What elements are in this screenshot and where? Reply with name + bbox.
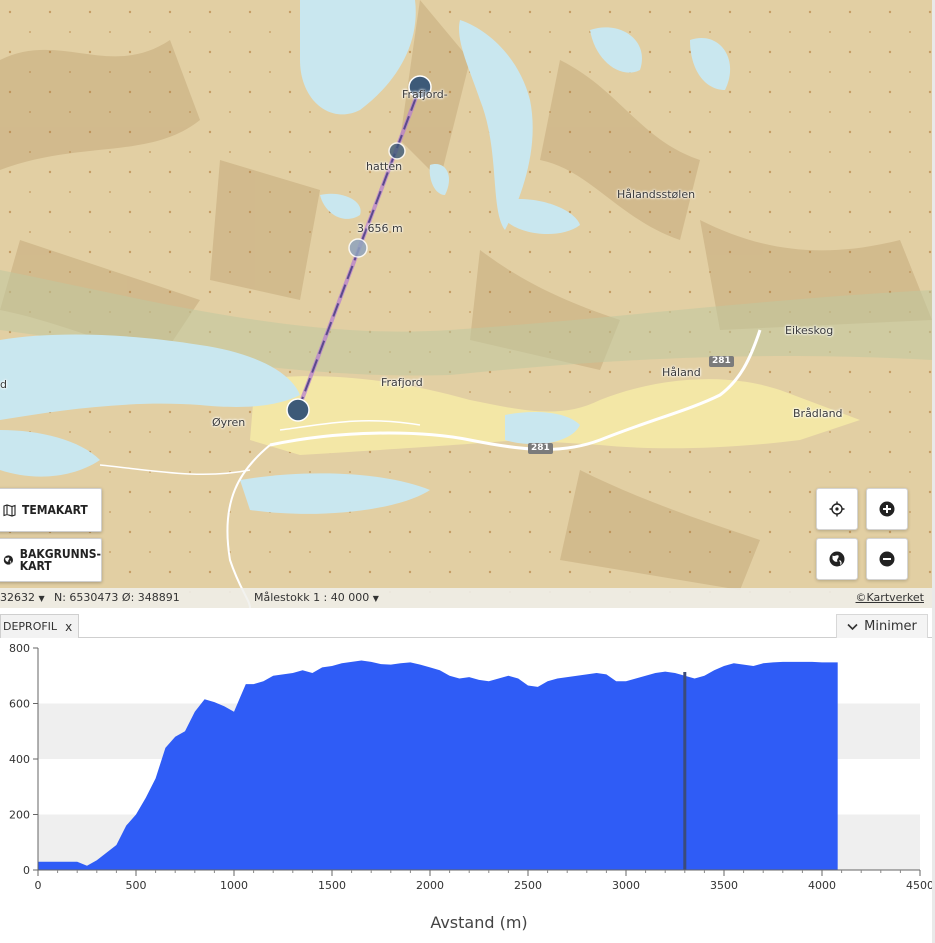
place-label-halandsstolen: Hålandsstølen xyxy=(617,188,696,201)
place-label-bradland: Brådland xyxy=(793,407,843,420)
globe-icon xyxy=(3,555,14,565)
x-tick-label: 2000 xyxy=(416,879,444,892)
x-tick-label: 4500 xyxy=(906,879,934,892)
chevron-down-icon xyxy=(847,623,858,630)
start-marker xyxy=(286,398,310,422)
scale-selector[interactable]: Målestokk 1 : 40 000 ▼ xyxy=(254,591,379,604)
plus-icon xyxy=(879,501,895,517)
crs-selector[interactable]: 32632 ▼ xyxy=(0,591,45,604)
y-tick-label: 0 xyxy=(23,864,30,877)
bakgrunnskart-button[interactable]: BAKGRUNNS- KART xyxy=(0,538,102,582)
map-icon xyxy=(3,503,16,517)
minimize-button[interactable]: Minimer xyxy=(836,614,928,638)
minus-icon xyxy=(879,551,895,567)
crosshair-icon xyxy=(829,501,845,517)
coordinate-readout: N: 6530473 Ø: 348891 xyxy=(54,591,180,604)
panel-tabbar: DEPROFIL x Minimer xyxy=(0,614,932,638)
x-tick-label: 3000 xyxy=(612,879,640,892)
tab-label: DEPROFIL xyxy=(3,620,58,633)
world-view-button[interactable] xyxy=(816,538,858,580)
bakgrunnskart-label: BAKGRUNNS- KART xyxy=(20,548,101,572)
temakart-label: TEMAKART xyxy=(22,503,88,517)
x-axis-label: Avstand (m) xyxy=(430,913,527,932)
x-tick-label: 500 xyxy=(126,879,147,892)
x-tick-label: 3500 xyxy=(710,879,738,892)
zoom-out-button[interactable] xyxy=(866,538,908,580)
distance-label: 3 656 m xyxy=(357,222,403,235)
dropdown-caret-icon: ▼ xyxy=(372,594,379,603)
dropdown-caret-icon: ▼ xyxy=(38,594,45,603)
locate-button[interactable] xyxy=(816,488,858,530)
crs-value: 32632 xyxy=(0,591,35,604)
place-label-haland: Håland xyxy=(662,366,701,379)
y-tick-label: 600 xyxy=(9,698,30,711)
place-label-frafjord-top: Frafjord- xyxy=(402,88,448,101)
tab-close-icon[interactable]: x xyxy=(65,620,72,634)
globe-icon xyxy=(829,551,845,567)
road-shield: 281 xyxy=(528,443,553,454)
place-label-edge: d xyxy=(0,378,7,391)
tab-height-profile[interactable]: DEPROFIL x xyxy=(0,614,80,638)
bakgrunnskart-label-line2: KART xyxy=(19,559,52,573)
y-tick-label: 800 xyxy=(9,642,30,655)
scale-value: Målestokk 1 : 40 000 xyxy=(254,591,370,604)
attribution-link[interactable]: ©Kartverket xyxy=(856,591,924,604)
x-tick-label: 1500 xyxy=(318,879,346,892)
elevation-area xyxy=(38,660,838,870)
midpoint-marker xyxy=(348,238,368,258)
road-shield: 281 xyxy=(709,356,734,367)
minimize-label: Minimer xyxy=(864,619,917,634)
x-tick-label: 2500 xyxy=(514,879,542,892)
y-tick-label: 400 xyxy=(9,753,30,766)
place-label-oyren: Øyren xyxy=(212,416,246,429)
x-tick-label: 0 xyxy=(35,879,42,892)
map-view[interactable]: Frafjord- hatten 3 656 m Hålandsstølen E… xyxy=(0,0,932,608)
cursor-marker xyxy=(388,142,406,160)
map-statusbar: 32632 ▼ N: 6530473 Ø: 348891 Målestokk 1… xyxy=(0,588,932,608)
x-tick-label: 4000 xyxy=(808,879,836,892)
x-tick-label: 1000 xyxy=(220,879,248,892)
chart-svg[interactable]: 0 200 400 600 800 0 500 1000 1500 2000 2500 3000 350… xyxy=(0,638,935,943)
place-label-eikeskog: Eikeskog xyxy=(785,324,834,337)
place-label-frafjord: Frafjord xyxy=(381,376,423,389)
place-label-hatten: hatten xyxy=(366,160,403,173)
zoom-in-button[interactable] xyxy=(866,488,908,530)
y-tick-label: 200 xyxy=(9,809,30,822)
map-canvas[interactable] xyxy=(0,0,932,608)
temakart-button[interactable]: TEMAKART xyxy=(0,488,102,532)
height-profile-chart[interactable]: 0 200 400 600 800 0 500 1000 1500 2000 2500 3000 350… xyxy=(0,638,935,943)
